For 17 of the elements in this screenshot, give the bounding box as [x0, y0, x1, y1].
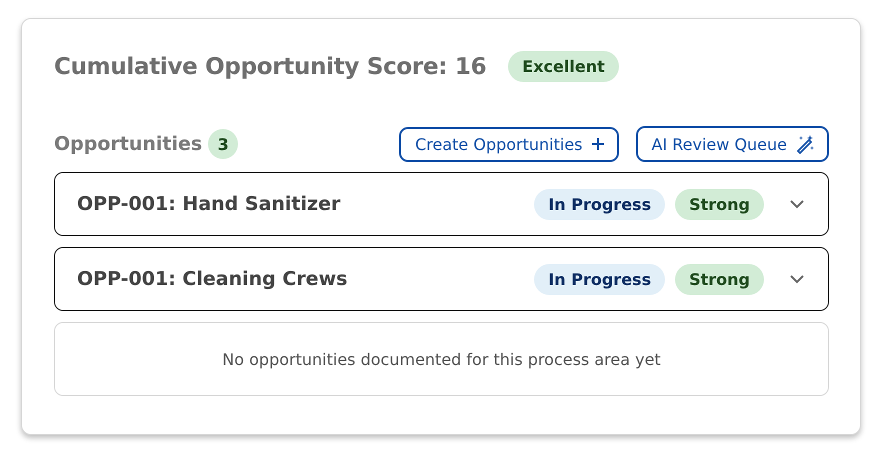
magic-wand-icon: [795, 134, 815, 154]
create-button[interactable]: Create Opportunities: [399, 126, 619, 162]
plus-icon: [590, 137, 605, 151]
empty-message: No opportunities documented for this process area yet: [222, 350, 661, 368]
section-label: Opportunities: [54, 133, 202, 155]
count-badge: 3: [208, 129, 238, 159]
rating-badge: Strong: [675, 264, 764, 294]
opportunity-row[interactable]: OPP-001: Hand Sanitizer In Progress Strong: [54, 172, 829, 236]
opportunity-title: OPP-001: Cleaning Crews: [77, 268, 348, 290]
opportunity-row[interactable]: OPP-001: Cleaning Crews In Progress Strong: [54, 247, 829, 311]
status-badge: In Progress: [534, 188, 666, 220]
rating-badge: Strong: [675, 188, 764, 220]
opportunity-title: OPP-001: Hand Sanitizer: [77, 193, 342, 215]
status-badge: In Progress: [534, 264, 666, 294]
score-title: Cumulative Opportunity Score: 16: [54, 54, 486, 80]
ai-review-button[interactable]: AI Review Queue: [636, 126, 829, 162]
score-badge: Excellent: [508, 51, 619, 82]
